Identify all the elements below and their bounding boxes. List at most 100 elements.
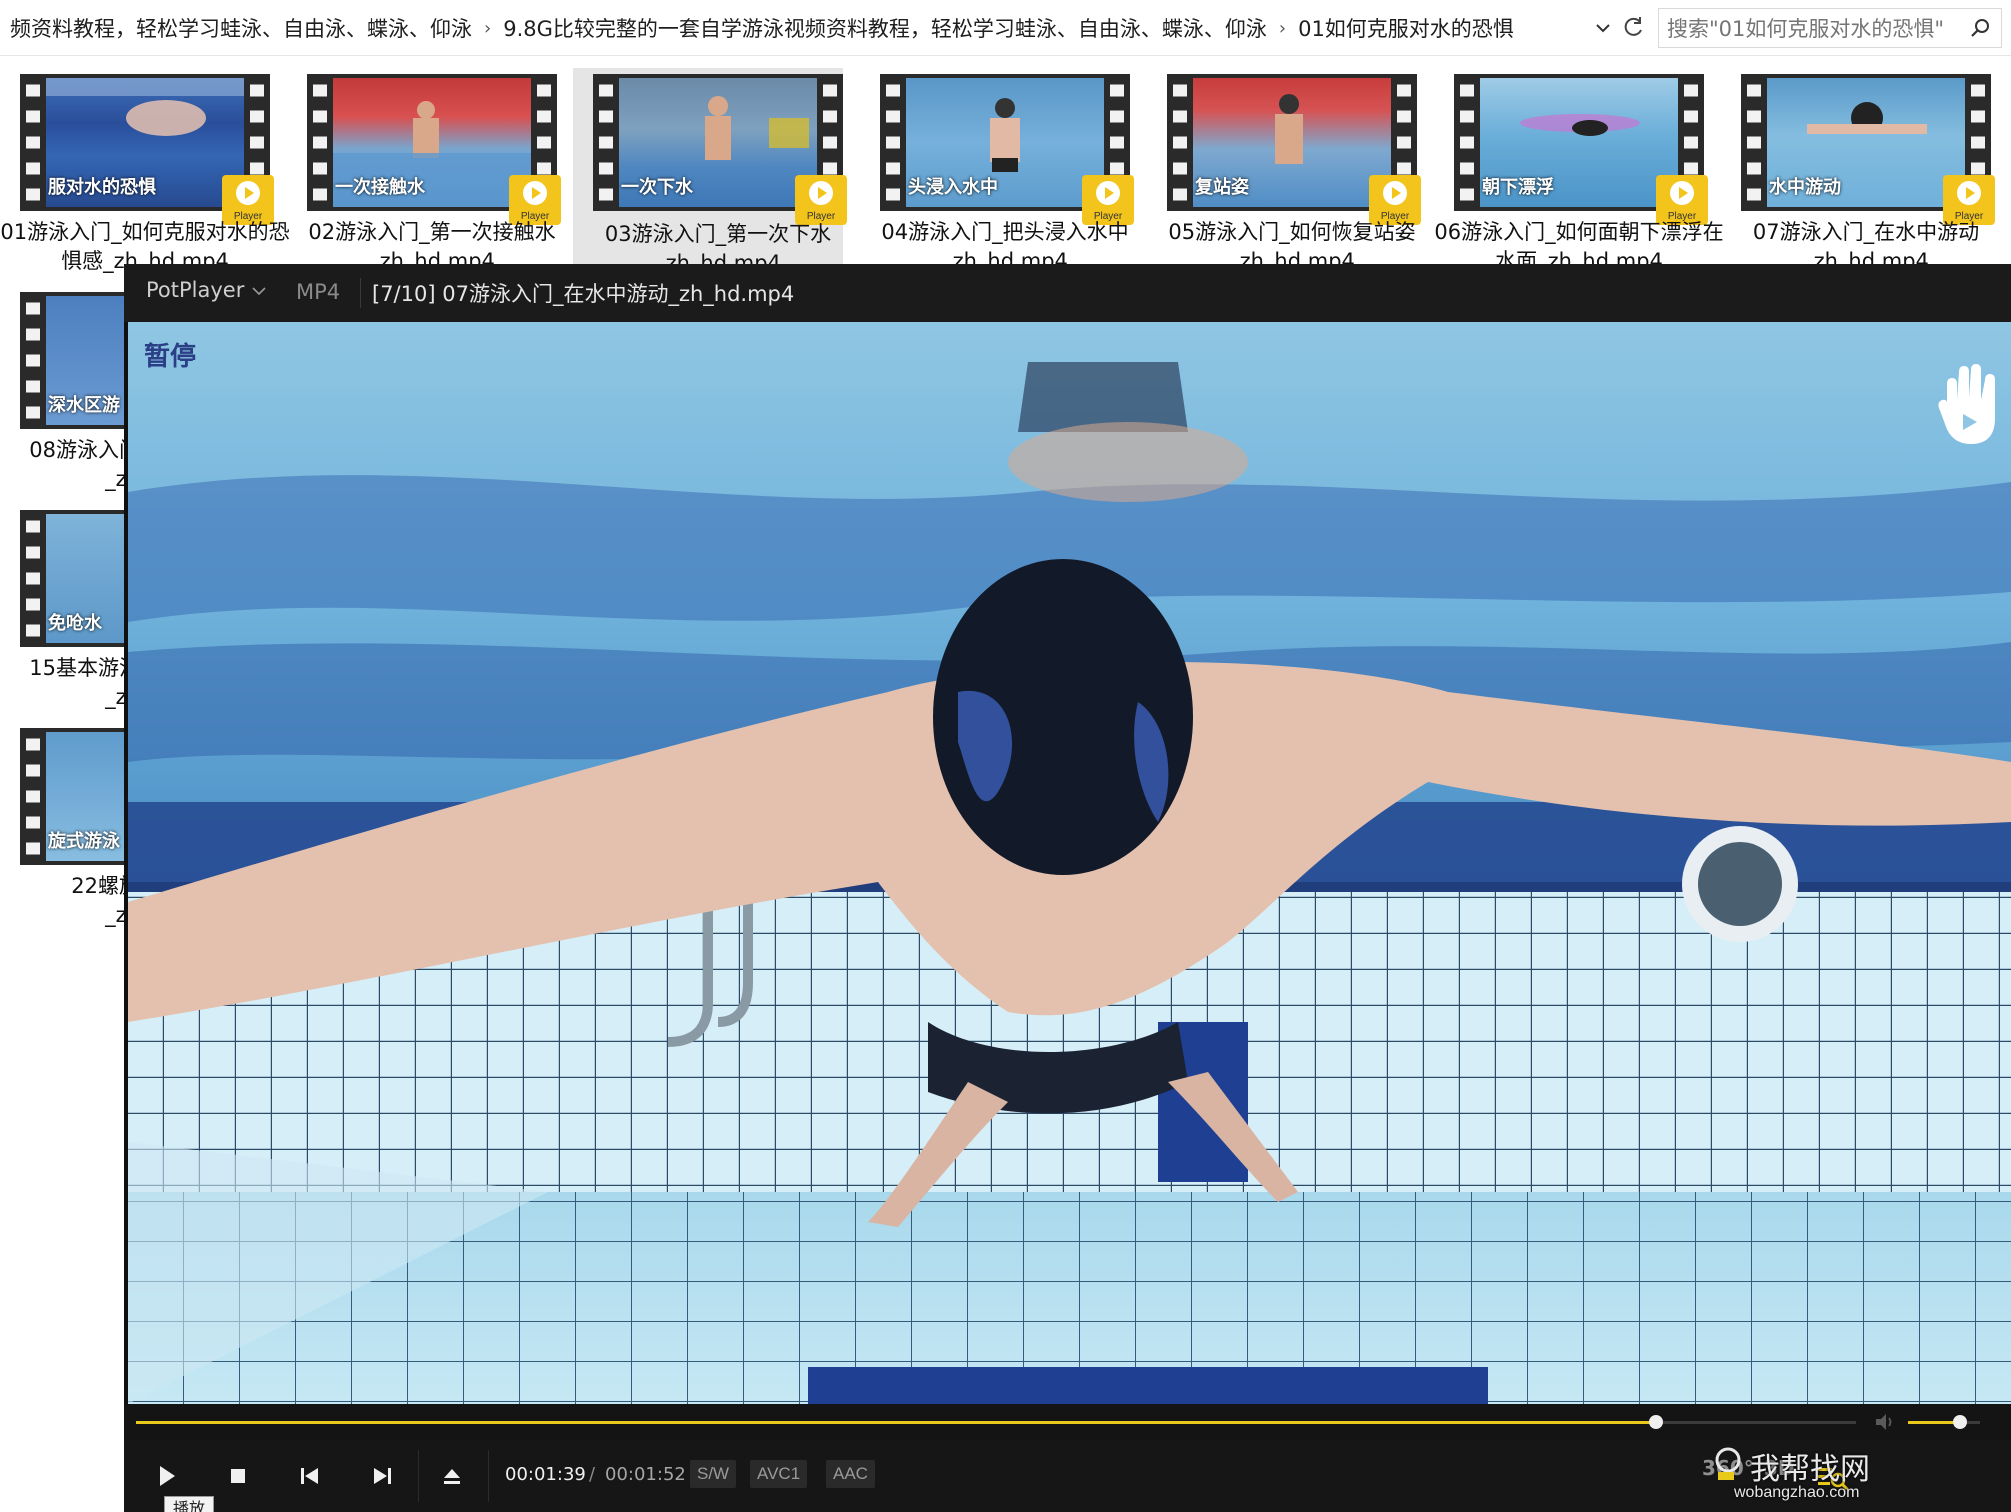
audio-codec-chip[interactable]: AAC	[826, 1460, 875, 1488]
chevron-down-icon[interactable]	[252, 286, 266, 296]
chevron-down-icon	[1596, 24, 1610, 33]
thumbnail-caption: 免呛水	[48, 613, 102, 634]
video-codec-chip[interactable]: AVC1	[750, 1460, 808, 1488]
thumbnail-caption: 一次接触水	[335, 177, 425, 198]
search-input[interactable]	[1665, 13, 1959, 45]
thumbnail-image: 复站姿	[1193, 78, 1391, 207]
thumbnail-caption: 旋式游泳	[48, 831, 120, 852]
thumbnail-caption: 一次下水	[621, 177, 693, 198]
play-icon	[809, 181, 833, 205]
breadcrumb-chevron-icon[interactable]: ›	[482, 18, 493, 39]
potplayer-badge: Player	[795, 175, 847, 225]
breadcrumb-item-current[interactable]: 01如何克服对水的恐惧	[1288, 13, 1524, 43]
film-strip	[1454, 74, 1480, 211]
breadcrumb: 频资料教程，轻松学习蛙泳、自由泳、蝶泳、仰泳 › 9.8G比较完整的一套自学游泳…	[0, 0, 1620, 56]
address-history-dropdown[interactable]	[1590, 14, 1616, 42]
skip-previous-icon	[301, 1468, 318, 1484]
film-strip	[20, 728, 46, 865]
refresh-icon	[1624, 17, 1642, 36]
thumbnail-caption: 头浸入水中	[908, 177, 998, 198]
address-bar[interactable]: 频资料教程，轻松学习蛙泳、自由泳、蝶泳、仰泳 › 9.8G比较完整的一套自学游泳…	[0, 0, 2011, 56]
breadcrumb-item[interactable]: 频资料教程，轻松学习蛙泳、自由泳、蝶泳、仰泳	[0, 13, 482, 43]
thumbnail-caption: 服对水的恐惧	[48, 177, 156, 198]
volume-slider[interactable]	[1908, 1415, 1980, 1429]
film-strip	[307, 74, 333, 211]
video-area[interactable]: 暂停	[128, 322, 2011, 1404]
video-frame	[128, 322, 2011, 1404]
watermark-text: 我帮找网	[1750, 1452, 1870, 1487]
total-time: 00:01:52	[605, 1464, 686, 1485]
video-thumbnail: 水中游动 Player	[1741, 74, 1995, 225]
thumbnail-image: 朝下漂浮	[1480, 78, 1678, 207]
divider	[488, 1450, 489, 1502]
search-icon[interactable]	[1969, 17, 1991, 39]
video-thumbnail: 复站姿 Player	[1167, 74, 1421, 225]
thumbnail-caption: 朝下漂浮	[1482, 177, 1554, 198]
seek-bar[interactable]	[136, 1415, 1856, 1429]
file-name: 08游泳入门 _zh	[0, 436, 140, 494]
watermark: 我帮找网 wobangzhao.com	[1710, 1444, 2010, 1508]
divider	[360, 278, 361, 308]
thumbnail-caption: 深水区游	[48, 395, 120, 416]
file-item[interactable]: 朝下漂浮 Player 06游泳入门_如何面朝下漂浮在水面_zh_hd.mp4	[1434, 70, 1724, 276]
play-icon	[1957, 181, 1981, 205]
decoder-chip[interactable]: S/W	[690, 1460, 737, 1488]
play-icon	[1670, 181, 1694, 205]
time-separator: /	[589, 1464, 596, 1485]
film-strip	[593, 74, 619, 211]
player-titlebar[interactable]: PotPlayer MP4 [7/10] 07游泳入门_在水中游动_zh_hd.…	[124, 264, 2011, 322]
thumbnail-caption: 复站姿	[1195, 177, 1249, 198]
breadcrumb-chevron-icon[interactable]: ›	[1277, 18, 1288, 39]
breadcrumb-item[interactable]: 9.8G比较完整的一套自学游泳视频资料教程，轻松学习蛙泳、自由泳、蝶泳、仰泳	[493, 13, 1277, 43]
watermark-url: wobangzhao.com	[1734, 1484, 1860, 1501]
stop-icon	[231, 1469, 245, 1483]
volume-icon[interactable]	[1874, 1412, 1896, 1432]
seek-progress	[136, 1421, 1657, 1424]
film-strip	[880, 74, 906, 211]
open-button[interactable]	[430, 1454, 474, 1498]
previous-button[interactable]	[288, 1454, 332, 1498]
file-item[interactable]: 服对水的恐惧 Player 01游泳入门_如何克服对水的恐惧感_zh_hd.mp…	[0, 70, 290, 276]
film-strip	[1741, 74, 1767, 211]
play-icon	[1383, 181, 1407, 205]
play-icon	[236, 181, 260, 205]
search-box[interactable]	[1658, 8, 2002, 48]
pause-osd: 暂停	[144, 342, 197, 372]
file-item[interactable]: 复站姿 Player 05游泳入门_如何恢复站姿_zh_hd.mp4	[1147, 70, 1421, 276]
thumbnail-image: 一次接触水	[333, 78, 531, 207]
thumbnail-caption: 水中游动	[1769, 177, 1841, 198]
app-menu-button[interactable]: PotPlayer	[146, 278, 244, 302]
play-tooltip: 播放	[164, 1496, 214, 1512]
play-icon	[1096, 181, 1120, 205]
seek-row	[124, 1404, 2011, 1440]
video-thumbnail: 一次下水 Player	[593, 74, 847, 225]
play-button[interactable]	[144, 1454, 188, 1498]
volume-handle[interactable]	[1952, 1415, 1967, 1429]
film-strip	[1167, 74, 1193, 211]
play-icon	[160, 1466, 175, 1486]
file-item[interactable]: 一次接触水 Player 02游泳入门_第一次接触水_zh_hd.mp4	[287, 70, 561, 276]
divider	[418, 1450, 419, 1502]
watermark-logo-icon	[1715, 1447, 1741, 1480]
video-thumbnail: 一次接触水 Player	[307, 74, 561, 225]
next-button[interactable]	[360, 1454, 404, 1498]
hand-gesture-icon[interactable]	[1933, 362, 2005, 448]
thumbnail-image: 服对水的恐惧	[46, 78, 244, 207]
film-strip	[20, 510, 46, 647]
skip-next-icon	[374, 1468, 391, 1484]
thumbnail-image: 头浸入水中	[906, 78, 1104, 207]
current-time: 00:01:39	[505, 1464, 586, 1485]
potplayer-window[interactable]: PotPlayer MP4 [7/10] 07游泳入门_在水中游动_zh_hd.…	[124, 264, 2011, 1512]
film-strip	[20, 292, 46, 429]
file-item[interactable]: 水中游动 Player 07游泳入门_在水中游动_zh_hd.mp4	[1721, 70, 1995, 276]
file-item[interactable]: 头浸入水中 Player 04游泳入门_把头浸入水中_zh_hd.mp4	[860, 70, 1134, 276]
film-strip	[20, 74, 46, 211]
eject-icon	[444, 1469, 460, 1484]
refresh-button[interactable]	[1618, 12, 1648, 42]
thumbnail-image: 一次下水	[619, 78, 817, 207]
file-item-selected[interactable]: 一次下水 Player 03游泳入门_第一次下水_zh_hd.mp4	[573, 68, 847, 278]
seek-handle[interactable]	[1649, 1415, 1664, 1429]
file-title: [7/10] 07游泳入门_在水中游动_zh_hd.mp4	[372, 282, 795, 306]
play-icon	[523, 181, 547, 205]
stop-button[interactable]	[216, 1454, 260, 1498]
